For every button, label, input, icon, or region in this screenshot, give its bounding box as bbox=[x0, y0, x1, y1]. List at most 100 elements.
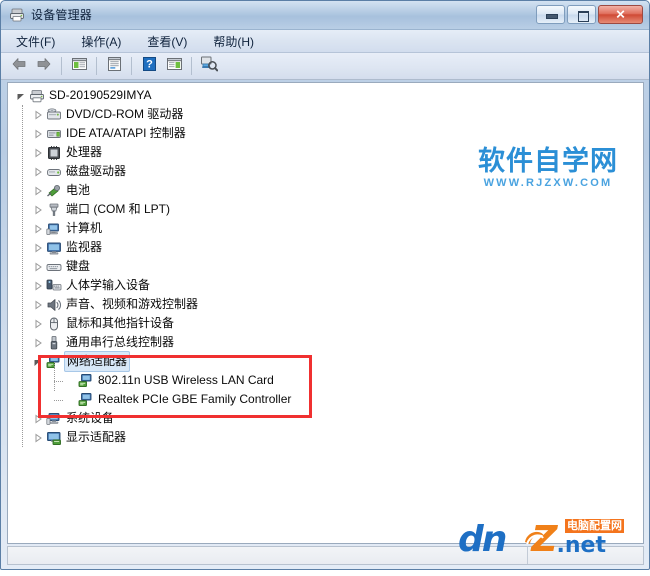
computer-icon bbox=[44, 219, 64, 238]
triangle-right-icon[interactable] bbox=[32, 105, 44, 124]
tree-row-label: DVD/CD-ROM 驱动器 bbox=[66, 107, 184, 121]
scan-hardware-icon bbox=[200, 55, 219, 77]
port-icon bbox=[44, 200, 64, 219]
tree-row[interactable]: DVD/CD-ROM 驱动器 bbox=[8, 105, 643, 124]
back-button[interactable] bbox=[7, 55, 31, 77]
tree-row[interactable]: 磁盘驱动器 bbox=[8, 162, 643, 181]
tree-row[interactable]: 处理器 bbox=[8, 143, 643, 162]
triangle-right-icon[interactable] bbox=[32, 276, 44, 295]
question-mark-icon: ? bbox=[141, 56, 158, 77]
status-bar bbox=[7, 546, 644, 565]
dvd-drive-icon bbox=[44, 105, 64, 124]
triangle-down-icon[interactable] bbox=[32, 352, 44, 371]
minimize-button[interactable] bbox=[536, 5, 565, 24]
tree-row-label: 监视器 bbox=[66, 240, 103, 254]
device-manager-icon bbox=[9, 7, 25, 23]
menu-view[interactable]: 查看(V) bbox=[142, 31, 192, 52]
network-adapter-icon bbox=[76, 371, 96, 390]
tree-guide-line bbox=[22, 105, 24, 447]
show-hide-console-tree-button[interactable] bbox=[67, 55, 91, 77]
triangle-right-icon[interactable] bbox=[32, 314, 44, 333]
triangle-right-icon[interactable] bbox=[32, 181, 44, 200]
processor-icon bbox=[44, 143, 64, 162]
arrow-right-icon bbox=[35, 56, 53, 77]
title-bar-left: 设备管理器 bbox=[9, 6, 92, 23]
system-device-icon bbox=[44, 409, 64, 428]
tree-row[interactable]: 系统设备 bbox=[8, 409, 643, 428]
triangle-right-icon[interactable] bbox=[32, 162, 44, 181]
forward-button[interactable] bbox=[32, 55, 56, 77]
device-tree-panel[interactable]: SD-20190529IMYA DVD/CD-ROM 驱动器 IDE ATA/A… bbox=[7, 82, 644, 544]
toolbar-separator bbox=[61, 57, 62, 75]
close-icon: ✕ bbox=[615, 7, 626, 21]
tree-row[interactable]: 电池 bbox=[8, 181, 643, 200]
tree-row[interactable]: IDE ATA/ATAPI 控制器 bbox=[8, 124, 643, 143]
triangle-right-icon[interactable] bbox=[32, 333, 44, 352]
tree-row-label: 显示适配器 bbox=[66, 430, 127, 444]
triangle-right-icon[interactable] bbox=[32, 409, 44, 428]
triangle-right-icon[interactable] bbox=[32, 238, 44, 257]
menu-file[interactable]: 文件(F) bbox=[11, 31, 60, 52]
display-adapter-icon bbox=[44, 428, 64, 447]
network-adapter-icon bbox=[76, 390, 96, 409]
triangle-right-icon[interactable] bbox=[32, 124, 44, 143]
toolbar-separator bbox=[191, 57, 192, 75]
help-button[interactable]: ? bbox=[137, 55, 161, 77]
triangle-right-icon[interactable] bbox=[32, 200, 44, 219]
ide-controller-icon bbox=[44, 124, 64, 143]
tree-row-label: 端口 (COM 和 LPT) bbox=[66, 202, 170, 216]
tree-row-label: 键盘 bbox=[66, 259, 91, 273]
tree-row[interactable]: Realtek PCIe GBE Family Controller bbox=[8, 390, 643, 409]
menu-action[interactable]: 操作(A) bbox=[76, 31, 126, 52]
svg-text:?: ? bbox=[146, 58, 153, 70]
tree-row[interactable]: 监视器 bbox=[8, 238, 643, 257]
console-tree-icon bbox=[71, 56, 88, 77]
close-button[interactable]: ✕ bbox=[598, 5, 643, 24]
device-manager-window: 设备管理器 ✕ 文件(F) 操作(A) 查看(V) 帮助(H) ? SD-201… bbox=[0, 0, 650, 570]
hid-icon bbox=[44, 276, 64, 295]
tree-row-label: 声音、视频和游戏控制器 bbox=[66, 297, 199, 311]
properties-button[interactable] bbox=[102, 55, 126, 77]
maximize-button[interactable] bbox=[567, 5, 596, 24]
title-bar[interactable]: 设备管理器 ✕ bbox=[1, 1, 649, 30]
tree-row-label: 磁盘驱动器 bbox=[66, 164, 127, 178]
no-twisty bbox=[64, 371, 76, 390]
tree-row-label: 网络适配器 bbox=[64, 351, 131, 372]
triangle-right-icon[interactable] bbox=[32, 257, 44, 276]
tree-row[interactable]: 端口 (COM 和 LPT) bbox=[8, 200, 643, 219]
tree-row[interactable]: 人体学输入设备 bbox=[8, 276, 643, 295]
tree-row[interactable]: 通用串行总线控制器 bbox=[8, 333, 643, 352]
tree-row[interactable]: 键盘 bbox=[8, 257, 643, 276]
triangle-right-icon[interactable] bbox=[32, 295, 44, 314]
tree-row[interactable]: 802.11n USB Wireless LAN Card bbox=[8, 371, 643, 390]
tree-row-label: SD-20190529IMYA bbox=[49, 88, 152, 102]
tree-row[interactable]: 显示适配器 bbox=[8, 428, 643, 447]
tree-row[interactable]: SD-20190529IMYA bbox=[8, 86, 643, 105]
tree-guide-line bbox=[54, 381, 63, 383]
window-controls: ✕ bbox=[536, 5, 643, 24]
tree-guide-line bbox=[54, 362, 56, 391]
disk-drive-icon bbox=[44, 162, 64, 181]
menu-bar: 文件(F) 操作(A) 查看(V) 帮助(H) bbox=[1, 30, 649, 53]
tree-guide-line bbox=[54, 400, 63, 402]
no-twisty bbox=[64, 390, 76, 409]
tree-row-label: 计算机 bbox=[66, 221, 103, 235]
tree-row[interactable]: 鼠标和其他指针设备 bbox=[8, 314, 643, 333]
show-hide-action-pane-button[interactable] bbox=[162, 55, 186, 77]
triangle-right-icon[interactable] bbox=[32, 428, 44, 447]
arrow-left-icon bbox=[10, 56, 28, 77]
device-tree[interactable]: SD-20190529IMYA DVD/CD-ROM 驱动器 IDE ATA/A… bbox=[8, 83, 643, 447]
monitor-icon bbox=[44, 238, 64, 257]
properties-icon bbox=[106, 56, 123, 77]
triangle-right-icon[interactable] bbox=[32, 219, 44, 238]
triangle-down-icon[interactable] bbox=[15, 86, 27, 105]
tree-row[interactable]: 计算机 bbox=[8, 219, 643, 238]
triangle-right-icon[interactable] bbox=[32, 143, 44, 162]
tree-row[interactable]: 网络适配器 bbox=[8, 351, 643, 372]
computer-root-icon bbox=[27, 86, 47, 105]
scan-for-hardware-changes-button[interactable] bbox=[197, 55, 221, 77]
tree-row-label: 人体学输入设备 bbox=[66, 278, 151, 292]
tree-row[interactable]: 声音、视频和游戏控制器 bbox=[8, 295, 643, 314]
menu-help[interactable]: 帮助(H) bbox=[208, 31, 259, 52]
tree-row-label: IDE ATA/ATAPI 控制器 bbox=[66, 126, 186, 140]
